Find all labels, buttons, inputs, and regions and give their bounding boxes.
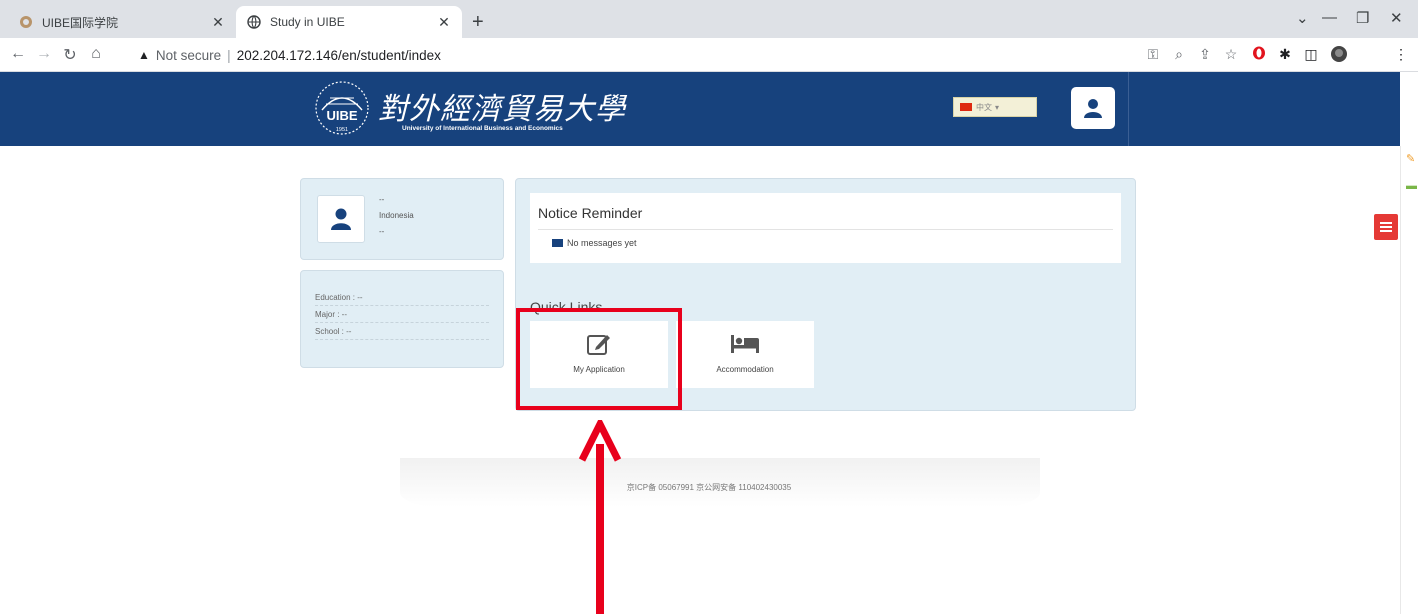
footer-shadow <box>400 458 1040 528</box>
bed-icon <box>730 331 760 357</box>
url-text[interactable]: 202.204.172.146/en/student/index <box>237 48 441 63</box>
university-name-cn: 對外經濟貿易大學 <box>378 92 626 127</box>
notice-message-text: No messages yet <box>567 238 637 248</box>
university-name-en: University of International Business and… <box>402 125 563 132</box>
caret-down-icon: ▾ <box>995 102 1000 112</box>
forward-icon[interactable]: → <box>34 45 54 63</box>
uibe-emblem-icon[interactable]: UIBE 1951 <box>314 80 370 136</box>
zoom-icon[interactable]: ⌕ <box>1170 46 1188 63</box>
language-label: 中文 <box>976 102 992 112</box>
svg-text:1951: 1951 <box>336 127 348 133</box>
profile-extra: -- <box>379 227 385 236</box>
header-divider <box>1128 72 1129 146</box>
notice-divider <box>538 229 1113 230</box>
education-info-card: Education : -- Major : -- School : -- <box>300 270 504 368</box>
major-row: Major : -- <box>315 306 489 323</box>
warning-triangle-icon[interactable]: ▲ <box>138 48 150 62</box>
browser-tab-bar: UIBE国际学院 ✕ Study in UIBE ✕ + ⌄ — ❐ ✕ <box>0 0 1418 38</box>
accommodation-label: Accommodation <box>716 365 774 374</box>
tab-title: UIBE国际学院 <box>42 15 119 30</box>
url-omnibox[interactable]: ▲ Not secure | 202.204.172.146/en/studen… <box>138 43 1128 67</box>
avatar <box>317 195 365 243</box>
user-icon <box>331 208 351 230</box>
profile-card: -- Indonesia -- <box>300 178 504 260</box>
accommodation-link[interactable]: Accommodation <box>676 321 814 388</box>
annotation-highlight-box <box>516 308 682 410</box>
footer-icp-text: 京ICP备 05067991 京公网安备 110402430035 <box>626 483 792 492</box>
minimize-icon[interactable]: — <box>1322 9 1337 26</box>
note-edit-icon[interactable]: ✎ <box>1406 152 1415 165</box>
security-label: Not secure <box>155 47 222 63</box>
back-icon[interactable]: ← <box>8 45 28 63</box>
china-flag-icon <box>960 103 972 111</box>
hamburger-icon <box>1380 222 1392 232</box>
share-icon[interactable]: ⇪ <box>1196 46 1214 63</box>
opera-extension-icon[interactable] <box>1250 46 1268 63</box>
url-separator: | <box>227 47 231 63</box>
extensions-puzzle-icon[interactable]: ✱ <box>1276 46 1294 63</box>
annotation-arrow-icon <box>578 420 622 614</box>
notice-title: Notice Reminder <box>538 205 643 221</box>
language-select[interactable]: 中文 ▾ <box>953 97 1037 117</box>
profile-country: Indonesia <box>379 211 414 220</box>
key-icon[interactable]: ⚿ <box>1144 46 1162 63</box>
hamburger-menu-button[interactable] <box>1374 214 1398 240</box>
reload-icon[interactable]: ↻ <box>60 45 80 65</box>
profile-name: -- <box>379 195 385 204</box>
tab-search-chevron-icon[interactable]: ⌄ <box>1296 9 1309 27</box>
close-tab-icon[interactable]: ✕ <box>436 14 452 31</box>
bookmark-star-icon[interactable]: ☆ <box>1222 46 1240 63</box>
notice-reminder-box: Notice Reminder No messages yet <box>530 193 1121 263</box>
envelope-icon <box>552 239 563 247</box>
home-icon[interactable]: ⌂ <box>86 45 106 63</box>
user-icon <box>1084 99 1102 118</box>
side-bed-icon[interactable]: ▬ <box>1406 180 1417 192</box>
tab-title: Study in UIBE <box>270 15 345 29</box>
user-account-button[interactable] <box>1071 87 1115 129</box>
browser-tab-study-in-uibe[interactable]: Study in UIBE ✕ <box>236 6 462 38</box>
new-tab-button[interactable]: + <box>472 12 484 32</box>
globe-icon <box>246 14 262 30</box>
site-header: UIBE 1951 對外經濟貿易大學 University of Interna… <box>0 72 1400 146</box>
restore-icon[interactable]: ❐ <box>1356 9 1369 27</box>
school-row: School : -- <box>315 323 489 340</box>
uibe-favicon-icon <box>18 14 34 30</box>
browser-tab-uibe-intl[interactable]: UIBE国际学院 ✕ <box>8 6 236 38</box>
vertical-scrollbar[interactable] <box>1400 146 1418 614</box>
side-panel-icon[interactable]: ◫ <box>1302 46 1320 63</box>
svg-text:UIBE: UIBE <box>326 108 357 123</box>
address-bar: ← → ↻ ⌂ ▲ Not secure | 202.204.172.146/e… <box>0 38 1418 72</box>
education-row: Education : -- <box>315 289 489 306</box>
window-close-icon[interactable]: ✕ <box>1390 9 1403 27</box>
profile-avatar-icon[interactable] <box>1330 46 1348 65</box>
notice-message: No messages yet <box>552 238 637 248</box>
close-tab-icon[interactable]: ✕ <box>210 14 226 31</box>
more-menu-icon[interactable]: ⋮ <box>1392 46 1410 63</box>
